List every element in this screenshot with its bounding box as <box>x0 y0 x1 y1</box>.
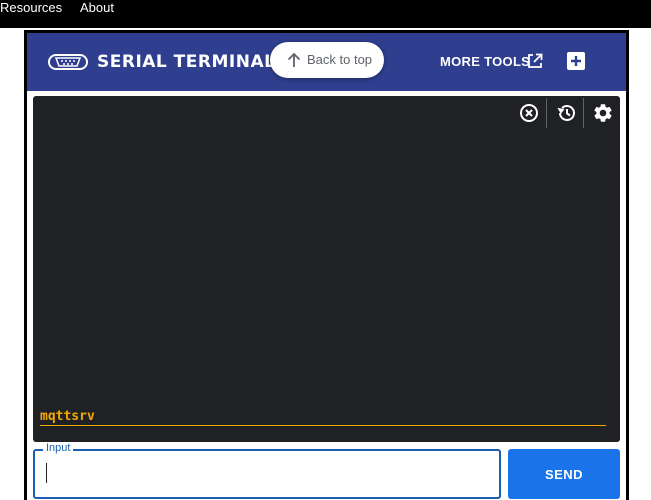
text-cursor <box>46 463 47 483</box>
input-field-wrapper: Input <box>33 442 501 499</box>
more-tools-link[interactable]: MORE TOOLS <box>440 52 530 72</box>
serial-input[interactable] <box>37 453 497 495</box>
serial-terminal-app: SERIAL TERMINAL MORE TOOLS mqttsrv Input… <box>24 30 629 500</box>
nav-link-resources[interactable]: Resources <box>0 0 62 16</box>
add-terminal-icon[interactable] <box>567 52 585 70</box>
clear-icon[interactable] <box>518 102 540 124</box>
toolbar-divider <box>546 98 547 128</box>
history-icon[interactable] <box>555 102 577 124</box>
arrow-up-icon <box>287 52 301 67</box>
back-to-top-label: Back to top <box>307 52 373 67</box>
app-title: SERIAL TERMINAL <box>97 52 276 72</box>
nav-link-about[interactable]: About <box>80 0 114 16</box>
external-link-icon[interactable] <box>527 53 543 69</box>
serial-port-icon <box>48 54 88 70</box>
gear-icon[interactable] <box>592 102 614 124</box>
toolbar-divider <box>583 98 584 128</box>
terminal-output-area[interactable]: mqttsrv <box>33 96 620 442</box>
site-nav: Resources About <box>0 0 651 28</box>
send-button[interactable]: SEND <box>508 449 620 499</box>
terminal-output-line: mqttsrv <box>40 408 606 426</box>
back-to-top-button[interactable]: Back to top <box>270 42 384 78</box>
